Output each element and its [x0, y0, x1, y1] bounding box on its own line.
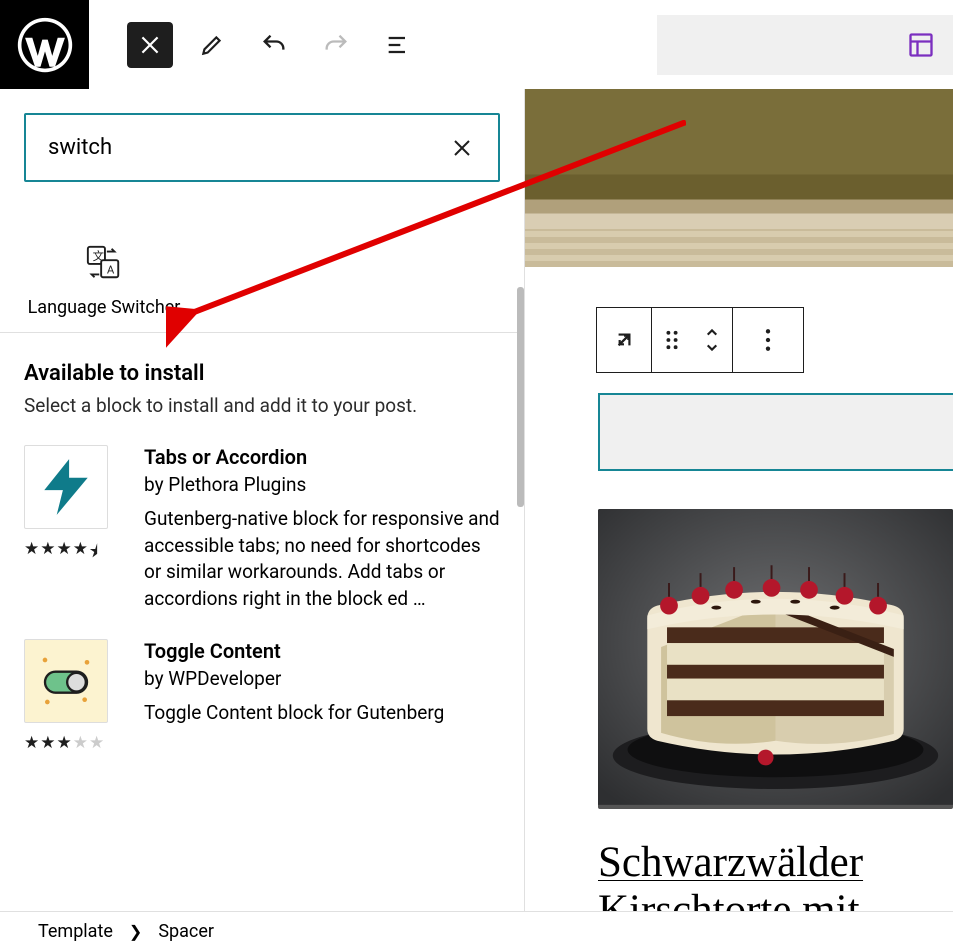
close-inserter-button[interactable] [127, 22, 173, 68]
close-icon [450, 136, 474, 160]
block-type-button[interactable] [597, 308, 651, 372]
lightning-icon [35, 456, 97, 518]
layout-icon [907, 31, 935, 59]
spacer-block-selected[interactable] [598, 393, 953, 471]
plugin-thumbnail [24, 445, 108, 529]
available-to-install-heading: Available to install [24, 361, 500, 386]
plugin-author: by WPDeveloper [144, 667, 500, 690]
available-to-install-sub: Select a block to install and add it to … [24, 394, 500, 417]
install-item[interactable]: ★★★★★ Toggle Content by WPDeveloper Togg… [24, 639, 500, 753]
wordpress-logo[interactable] [0, 0, 89, 89]
plugin-author: by Plethora Plugins [144, 473, 500, 496]
view-mode-button[interactable] [897, 21, 945, 69]
clear-search-button[interactable] [440, 126, 484, 170]
svg-text:A: A [107, 262, 115, 276]
rating-stars: ★★★★⯨ [24, 539, 116, 568]
outline-icon [384, 31, 412, 59]
scrollbar[interactable] [517, 287, 524, 507]
breadcrumb-current[interactable]: Spacer [158, 921, 214, 942]
top-right-toolbar [657, 15, 953, 75]
plugin-description: Gutenberg-native block for responsive an… [144, 506, 500, 612]
move-up-down-button[interactable] [692, 308, 732, 372]
cover-image[interactable] [525, 89, 953, 267]
block-search-input[interactable] [48, 135, 440, 160]
plugin-description: Toggle Content block for Gutenberg [144, 700, 500, 727]
redo-icon [322, 31, 350, 59]
wordpress-icon [16, 16, 74, 74]
plugin-name: Tabs or Accordion [144, 445, 500, 469]
post-title-link[interactable]: Schwarzwälder Kirschtorte mit Sauerkraut… [598, 839, 943, 911]
more-vertical-icon [764, 327, 772, 353]
undo-icon [260, 31, 288, 59]
pencil-icon [199, 32, 225, 58]
block-options-button[interactable] [733, 308, 803, 372]
close-icon [137, 32, 163, 58]
block-inserter-panel: 文 A Language Switcher Available to insta… [0, 89, 525, 911]
plugin-thumbnail [24, 639, 108, 723]
block-search [24, 113, 500, 182]
block-language-switcher[interactable]: 文 A Language Switcher [24, 218, 184, 332]
breadcrumb-root[interactable]: Template [38, 921, 113, 942]
toggle-icon [31, 646, 101, 716]
install-item[interactable]: ★★★★⯨ Tabs or Accordion by Plethora Plug… [24, 445, 500, 612]
resize-icon [611, 327, 637, 353]
edit-tool-button[interactable] [189, 22, 235, 68]
redo-button [313, 22, 359, 68]
editor-canvas[interactable]: Schwarzwälder Kirschtorte mit Sauerkraut… [525, 89, 953, 911]
chevron-right-icon: ❯ [129, 922, 142, 941]
drag-handle[interactable] [652, 308, 692, 372]
document-overview-button[interactable] [375, 22, 421, 68]
block-toolbar [596, 307, 804, 373]
chevrons-vertical-icon [703, 325, 721, 355]
drag-icon [664, 328, 680, 352]
breadcrumb-bar: Template ❯ Spacer [0, 911, 953, 951]
cake-illustration [598, 509, 953, 805]
rating-stars: ★★★★★ [24, 733, 116, 753]
undo-button[interactable] [251, 22, 297, 68]
post-featured-image[interactable] [598, 509, 953, 809]
plugin-name: Toggle Content [144, 639, 500, 663]
language-switcher-icon: 文 A [85, 244, 123, 282]
block-label: Language Switcher [28, 296, 181, 320]
